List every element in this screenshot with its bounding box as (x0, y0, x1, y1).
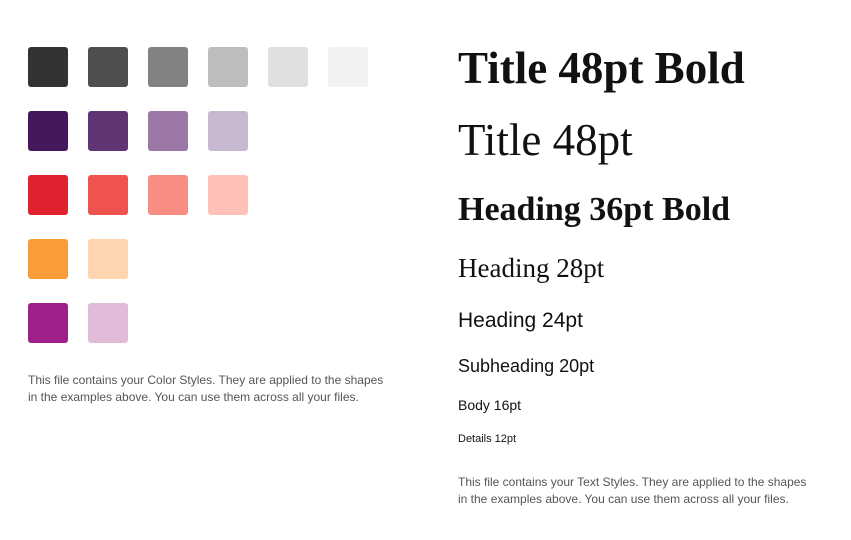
title-48pt-sample[interactable]: Title 48pt (458, 118, 633, 163)
color-swatch[interactable] (28, 239, 68, 279)
heading-36pt-bold-sample[interactable]: Heading 36pt Bold (458, 193, 730, 227)
color-swatch[interactable] (28, 47, 68, 87)
details-12pt-sample[interactable]: Details 12pt (458, 434, 516, 445)
color-swatch[interactable] (88, 175, 128, 215)
color-swatch[interactable] (148, 175, 188, 215)
text-styles-description: This file contains your Text Styles. The… (458, 475, 807, 506)
title-48pt-bold-sample[interactable]: Title 48pt Bold (458, 46, 745, 91)
color-swatch[interactable] (328, 47, 368, 87)
color-swatch[interactable] (148, 111, 188, 151)
color-swatch[interactable] (148, 47, 188, 87)
heading-24pt-sample[interactable]: Heading 24pt (458, 310, 583, 331)
body-16pt-sample[interactable]: Body 16pt (458, 398, 521, 412)
color-swatch[interactable] (88, 111, 128, 151)
color-swatch[interactable] (88, 239, 128, 279)
color-styles-description: This file contains your Color Styles. Th… (28, 373, 384, 404)
color-swatch[interactable] (28, 175, 68, 215)
color-swatch[interactable] (88, 303, 128, 343)
color-swatch[interactable] (208, 175, 248, 215)
color-swatch[interactable] (28, 111, 68, 151)
color-swatch[interactable] (88, 47, 128, 87)
subheading-20pt-sample[interactable]: Subheading 20pt (458, 357, 594, 375)
color-swatch[interactable] (268, 47, 308, 87)
color-swatch[interactable] (208, 47, 248, 87)
color-swatch[interactable] (28, 303, 68, 343)
color-swatch[interactable] (208, 111, 248, 151)
heading-28pt-sample[interactable]: Heading 28pt (458, 255, 604, 282)
